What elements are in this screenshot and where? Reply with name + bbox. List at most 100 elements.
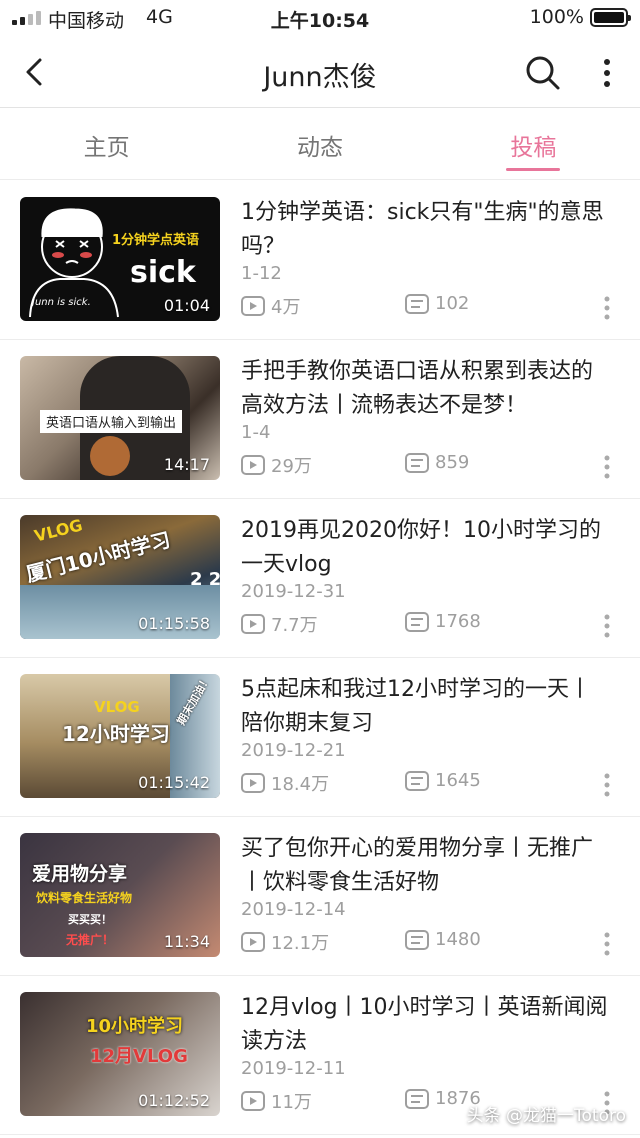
- danmaku-icon: [405, 929, 429, 950]
- search-button[interactable]: [522, 52, 564, 94]
- thumbnail-caption: sick: [130, 255, 196, 290]
- danmaku-count-value: 1645: [435, 770, 481, 791]
- thumbnail-caption: 12月VLOG: [90, 1046, 188, 1067]
- more-vertical-icon: [604, 455, 610, 479]
- video-item[interactable]: VLOG 厦门10小时学习 2 2 01:15:58 2019再见2020你好！…: [0, 499, 640, 658]
- tab-label: 动态: [296, 135, 343, 161]
- back-button[interactable]: [14, 52, 54, 92]
- video-item[interactable]: 英语口语从输入到输出 14:17 手把手教你英语口语从积累到表达的高效方法丨流畅…: [0, 340, 640, 499]
- play-count-icon: [241, 296, 265, 316]
- video-title[interactable]: 买了包你开心的爱用物分享丨无推广丨饮料零食生活好物: [241, 832, 611, 900]
- item-more-button[interactable]: [596, 929, 618, 959]
- thumbnail-caption: 无推广！: [66, 933, 115, 947]
- source-watermark: 头条 @龙猫一Totoro: [466, 1106, 626, 1126]
- play-count-icon: [241, 614, 265, 634]
- play-count: 12.1万: [241, 929, 329, 955]
- battery-icon: [590, 8, 631, 27]
- danmaku-icon: [405, 1088, 429, 1109]
- thumbnail-caption: VLOG: [94, 698, 140, 716]
- tab-uploads[interactable]: 投稿: [427, 108, 640, 179]
- back-arrow-icon: [26, 58, 42, 86]
- status-bar: 中国移动 4G 上午10:54 100%: [0, 0, 640, 36]
- thumbnail-caption: 12小时学习: [62, 722, 170, 746]
- danmaku-icon: [405, 611, 429, 632]
- video-thumbnail[interactable]: VLOG 12小时学习 期末加油！ 01:15:42: [20, 674, 220, 798]
- danmaku-icon: [405, 452, 429, 473]
- play-count: 11万: [241, 1088, 312, 1114]
- thumbnail-caption: VLOG: [32, 515, 85, 546]
- video-date: 2019-12-14: [241, 899, 346, 920]
- danmaku-count-value: 859: [435, 452, 470, 473]
- video-duration: 01:04: [163, 296, 210, 315]
- more-vertical-icon: [604, 932, 610, 956]
- tab-home[interactable]: 主页: [0, 108, 213, 179]
- item-more-button[interactable]: [596, 452, 618, 482]
- profile-tabs: 主页 动态 投稿: [0, 108, 640, 180]
- play-count-value: 4万: [271, 297, 301, 318]
- danmaku-count: 102: [405, 293, 469, 314]
- tab-label: 主页: [83, 135, 130, 161]
- active-tab-indicator: [506, 168, 561, 171]
- thumbnail-caption: 买买买！: [68, 913, 112, 926]
- tab-activity[interactable]: 动态: [213, 108, 426, 179]
- item-more-button[interactable]: [596, 770, 618, 800]
- video-thumbnail[interactable]: 英语口语从输入到输出 14:17: [20, 356, 220, 480]
- play-count-icon: [241, 773, 265, 793]
- play-count-value: 12.1万: [271, 933, 330, 954]
- thumbnail-caption: 2 2: [190, 569, 220, 590]
- thumbnail-plush-toy: [90, 436, 130, 476]
- play-count-value: 29万: [271, 456, 312, 477]
- play-count: 18.4万: [241, 770, 329, 796]
- danmaku-count-value: 1768: [435, 611, 481, 632]
- video-item[interactable]: 1分钟学点英语 sick Junn is sick. 01:04 1分钟学英语：…: [0, 181, 640, 340]
- thumbnail-caption: 10小时学习: [86, 1016, 184, 1037]
- more-vertical-icon: [604, 296, 610, 320]
- more-options-button[interactable]: [592, 52, 622, 94]
- video-date: 2019-12-11: [241, 1058, 346, 1079]
- video-title[interactable]: 2019再见2020你好！10小时学习的一天vlog: [241, 514, 611, 582]
- header-bar: Junn杰俊: [0, 36, 640, 108]
- danmaku-icon: [405, 770, 429, 791]
- video-duration: 14:17: [163, 455, 210, 474]
- video-thumbnail[interactable]: VLOG 厦门10小时学习 2 2 01:15:58: [20, 515, 220, 639]
- video-date: 1-12: [241, 263, 282, 284]
- play-count-icon: [241, 932, 265, 952]
- danmaku-count-value: 1480: [435, 929, 481, 950]
- play-count-value: 11万: [271, 1092, 312, 1113]
- video-date: 1-4: [241, 422, 271, 443]
- video-duration: 01:15:58: [138, 614, 210, 633]
- item-more-button[interactable]: [596, 293, 618, 323]
- play-count-value: 7.7万: [271, 615, 318, 636]
- tab-label: 投稿: [510, 135, 557, 161]
- video-item[interactable]: VLOG 12小时学习 期末加油！ 01:15:42 5点起床和我过12小时学习…: [0, 658, 640, 817]
- play-count-value: 18.4万: [271, 774, 330, 795]
- thumbnail-caption: Junn is sick.: [32, 297, 91, 308]
- video-thumbnail[interactable]: 10小时学习 12月VLOG 01:12:52: [20, 992, 220, 1116]
- video-list: 1分钟学点英语 sick Junn is sick. 01:04 1分钟学英语：…: [0, 181, 640, 1135]
- danmaku-count: 1645: [405, 770, 481, 791]
- play-count-icon: [241, 455, 265, 475]
- video-title[interactable]: 12月vlog丨10小时学习丨英语新闻阅读方法: [241, 991, 611, 1059]
- danmaku-count: 859: [405, 452, 469, 473]
- video-duration: 11:34: [163, 932, 210, 951]
- video-title[interactable]: 手把手教你英语口语从积累到表达的高效方法丨流畅表达不是梦！: [241, 355, 611, 423]
- video-item[interactable]: 爱用物分享 饮料零食生活好物 买买买！ 无推广！ 11:34 买了包你开心的爱用…: [0, 817, 640, 976]
- video-thumbnail[interactable]: 爱用物分享 饮料零食生活好物 买买买！ 无推广！ 11:34: [20, 833, 220, 957]
- video-thumbnail[interactable]: 1分钟学点英语 sick Junn is sick. 01:04: [20, 197, 220, 321]
- video-title[interactable]: 5点起床和我过12小时学习的一天丨陪你期末复习: [241, 673, 611, 741]
- video-title[interactable]: 1分钟学英语：sick只有"生病"的意思吗？: [241, 196, 611, 264]
- play-count: 29万: [241, 452, 312, 478]
- search-icon: [526, 56, 560, 90]
- play-count-icon: [241, 1091, 265, 1111]
- thumbnail-caption: 爱用物分享: [32, 863, 128, 885]
- thumbnail-caption: 饮料零食生活好物: [36, 891, 133, 905]
- video-duration: 01:12:52: [138, 1091, 210, 1110]
- danmaku-icon: [405, 293, 429, 314]
- battery-percentage: 100%: [529, 6, 584, 28]
- more-vertical-icon: [604, 59, 610, 87]
- item-more-button[interactable]: [596, 611, 618, 641]
- danmaku-count: 1768: [405, 611, 481, 632]
- play-count: 7.7万: [241, 611, 318, 637]
- danmaku-count-value: 102: [435, 293, 470, 314]
- thumbnail-caption: 1分钟学点英语: [112, 233, 200, 248]
